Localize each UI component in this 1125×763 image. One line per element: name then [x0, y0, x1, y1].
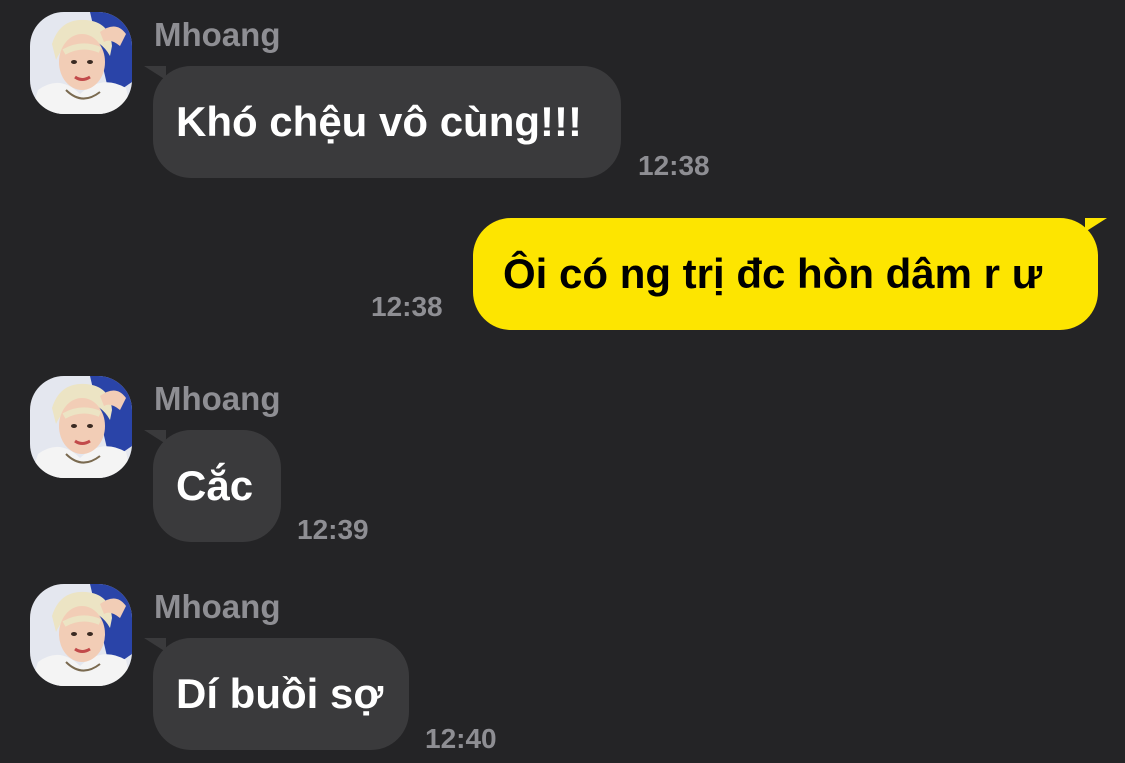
sender-avatar[interactable]	[30, 12, 132, 114]
sender-name: Mhoang	[154, 380, 281, 417]
avatar-photo	[30, 12, 132, 114]
message-timestamp: 12:40	[425, 723, 497, 754]
incoming-message-bubble[interactable]: Khó chệu vô cùng!!!	[153, 66, 621, 178]
outgoing-message-bubble[interactable]: Ôi có ng trị đc hòn dâm r ư	[473, 218, 1098, 330]
avatar-photo	[30, 376, 132, 478]
message-timestamp: 12:38	[371, 291, 443, 322]
incoming-message-bubble[interactable]: Dí buồi sợ	[153, 638, 409, 750]
sender-avatar[interactable]	[30, 584, 132, 686]
avatar-photo	[30, 584, 132, 686]
sender-name: Mhoang	[154, 16, 281, 53]
incoming-message-bubble[interactable]: Cắc	[153, 430, 281, 542]
sender-name: Mhoang	[154, 588, 281, 625]
sender-avatar[interactable]	[30, 376, 132, 478]
message-timestamp: 12:39	[297, 514, 369, 545]
chat-thread: Mhoang Khó chệu vô cùng!!! 12:38 12:38 Ô…	[0, 0, 1125, 763]
message-timestamp: 12:38	[638, 150, 710, 181]
